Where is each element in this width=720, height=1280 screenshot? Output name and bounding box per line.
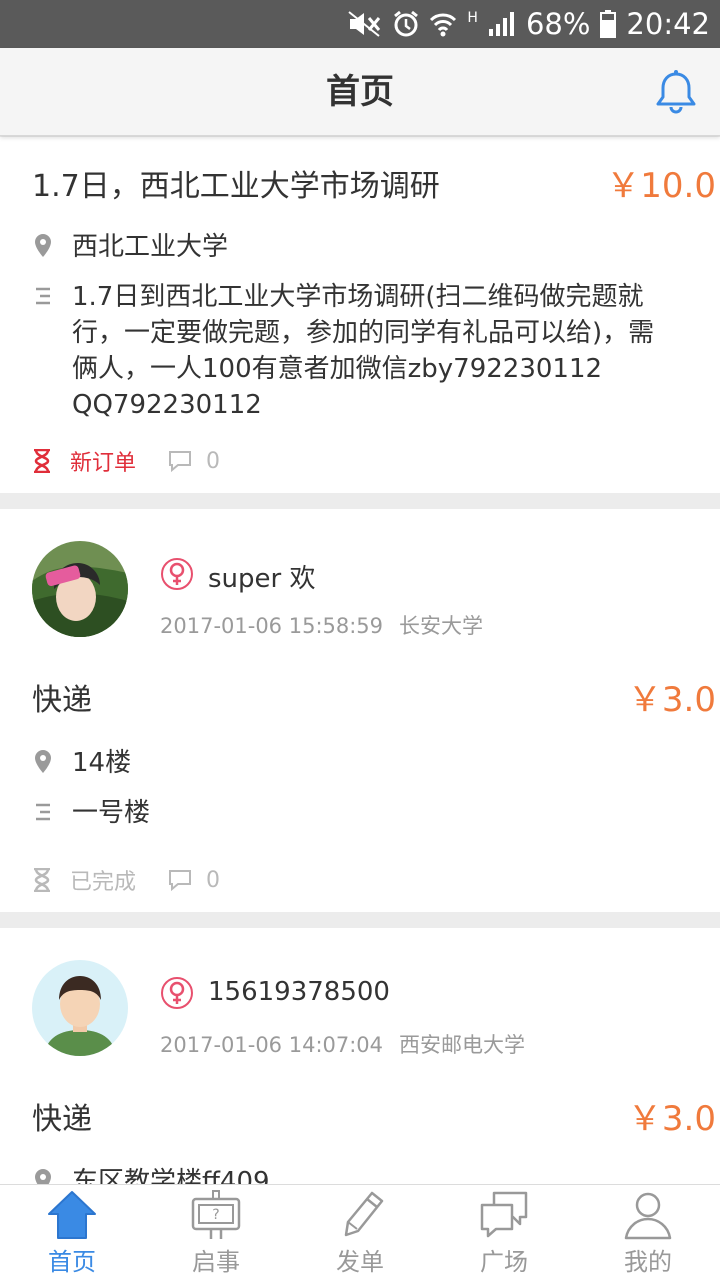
location-pin-icon <box>35 1169 51 1184</box>
description-icon <box>36 287 50 305</box>
description-icon <box>36 803 50 821</box>
location-row: 西北工业大学 <box>32 229 690 265</box>
location-pin-icon <box>35 750 51 773</box>
order-card[interactable]: 15619378500 2017-01-06 14:07:04 西安邮电大学 快递… <box>0 928 720 1184</box>
wifi-icon <box>429 10 457 38</box>
tab-mine[interactable]: 我的 <box>576 1185 720 1280</box>
network-type: H <box>467 10 478 26</box>
female-icon <box>161 977 193 1009</box>
post-time: 2017-01-06 14:07:04 <box>160 1033 384 1057</box>
mute-icon <box>347 10 383 38</box>
order-location: 14楼 <box>72 748 132 778</box>
order-detail: 1.7日到西北工业大学市场调研(扫二维码做完题就行，一定要做完题，参加的同学有礼… <box>72 282 655 420</box>
tab-label: 首页 <box>48 1248 96 1276</box>
tab-label: 广场 <box>480 1248 528 1276</box>
tab-label: 我的 <box>624 1248 672 1276</box>
username: super 欢 <box>208 564 316 594</box>
order-title-row: 快递 ￥3.0 <box>0 1094 720 1139</box>
order-title: 快递 <box>32 1102 92 1137</box>
notice-board-icon: ? <box>191 1190 241 1239</box>
location-pin-icon <box>35 234 51 257</box>
order-title-row: 1.7日，西北工业大学市场调研 ￥10.0 <box>0 161 720 206</box>
order-price: ￥3.0 <box>627 680 716 720</box>
order-title: 快递 <box>32 683 92 718</box>
tab-home[interactable]: 首页 <box>0 1185 144 1280</box>
bell-icon[interactable] <box>652 68 700 116</box>
avatar[interactable] <box>32 960 128 1056</box>
order-location: 西北工业大学 <box>72 232 229 262</box>
comment-count: 0 <box>206 448 221 474</box>
order-title-row: 快递 ￥3.0 <box>0 675 720 720</box>
tab-label: 启事 <box>192 1248 240 1276</box>
post-school: 长安大学 <box>399 614 484 638</box>
home-icon <box>48 1191 96 1239</box>
order-price: ￥3.0 <box>627 1099 716 1139</box>
comment-icon[interactable] <box>168 450 192 472</box>
hourglass-icon <box>34 868 50 892</box>
svg-text:?: ? <box>212 1207 219 1223</box>
order-price: ￥10.0 <box>606 166 716 206</box>
person-icon <box>624 1192 672 1240</box>
location-row: 东区教学楼ff409 <box>32 1164 690 1184</box>
app-header: 首页 <box>0 48 720 136</box>
order-status: 已完成 <box>70 870 137 895</box>
detail-row: 一号楼 <box>32 795 690 831</box>
page-title: 首页 <box>326 72 394 112</box>
female-icon <box>161 558 193 590</box>
status-bar: H 68% 20:42 <box>0 0 720 48</box>
signal-icon <box>488 11 516 37</box>
order-card[interactable]: super 欢 2017-01-06 15:58:59 长安大学 快递 ￥3.0 … <box>0 509 720 912</box>
order-status: 新订单 <box>70 451 137 476</box>
username: 15619378500 <box>208 977 390 1007</box>
clock-time: 20:42 <box>626 7 710 41</box>
chat-bubbles-icon <box>480 1191 528 1238</box>
tab-post-order[interactable]: 发单 <box>288 1185 432 1280</box>
alarm-icon <box>393 10 419 38</box>
tab-notices[interactable]: ? 启事 <box>144 1185 288 1280</box>
post-meta: 2017-01-06 14:07:04 西安邮电大学 <box>160 1029 525 1059</box>
status-icons: H 68% 20:42 <box>347 0 710 48</box>
battery-percent: 68% <box>525 7 591 41</box>
battery-icon <box>600 10 617 38</box>
order-title: 1.7日，西北工业大学市场调研 <box>32 169 440 204</box>
post-time: 2017-01-06 15:58:59 <box>160 614 384 638</box>
tab-square[interactable]: 广场 <box>432 1185 576 1280</box>
comment-icon[interactable] <box>168 869 192 891</box>
order-footer: 新订单 0 <box>32 445 220 477</box>
order-location: 东区教学楼ff409 <box>72 1167 270 1184</box>
tab-label: 发单 <box>336 1248 384 1276</box>
order-footer: 已完成 0 <box>32 864 220 896</box>
comment-count: 0 <box>206 867 221 893</box>
bottom-tab-bar: 首页 ? 启事 发单 广场 我的 <box>0 1184 720 1280</box>
detail-row: 1.7日到西北工业大学市场调研(扫二维码做完题就行，一定要做完题，参加的同学有礼… <box>32 279 690 420</box>
location-row: 14楼 <box>32 745 690 781</box>
order-card[interactable]: 1.7日，西北工业大学市场调研 ￥10.0 西北工业大学 1.7日到西北工业大学… <box>0 137 720 493</box>
order-feed[interactable]: 1.7日，西北工业大学市场调研 ￥10.0 西北工业大学 1.7日到西北工业大学… <box>0 137 720 1184</box>
post-school: 西安邮电大学 <box>399 1033 526 1057</box>
order-detail: 一号楼 <box>72 798 151 828</box>
avatar[interactable] <box>32 541 128 637</box>
hourglass-icon <box>34 449 50 473</box>
pencil-icon <box>344 1191 384 1237</box>
post-meta: 2017-01-06 15:58:59 长安大学 <box>160 610 483 640</box>
